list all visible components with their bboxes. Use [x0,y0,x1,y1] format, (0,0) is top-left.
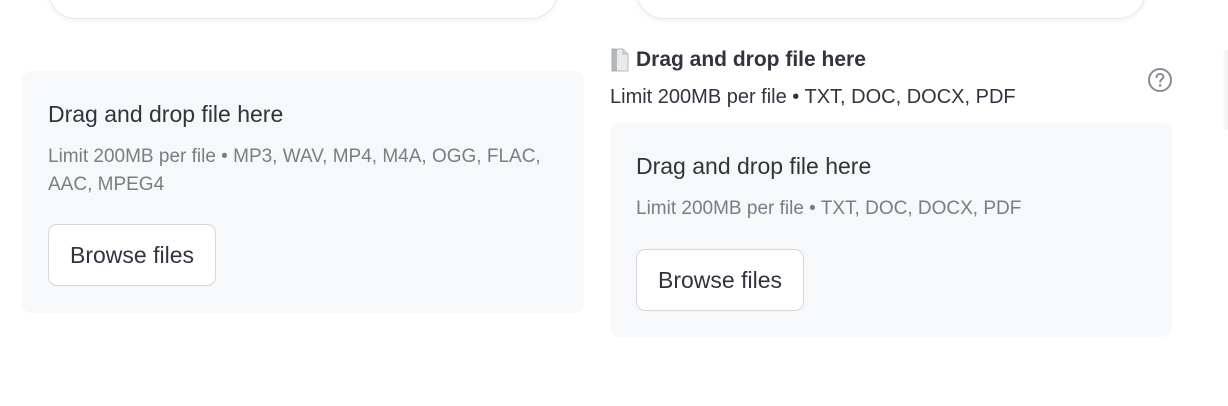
dropzone-limit-text: Limit 200MB per file • TXT, DOC, DOCX, P… [636,198,1022,219]
dropzone-limit-text: Limit 200MB per file • MP3, WAV, MP4, M4… [48,146,541,195]
document-file-dropzone[interactable]: Drag and drop file here Limit 200MB per … [610,123,1172,337]
document-uploader-label: Drag and drop file here [610,48,866,72]
edge-shadow [1222,50,1228,130]
browse-files-button[interactable]: Browse files [636,249,804,311]
audio-file-dropzone[interactable]: Drag and drop file here Limit 200MB per … [22,71,584,313]
dropzone-title: Drag and drop file here [636,153,872,179]
document-icon [611,48,629,72]
top-card-right [636,0,1146,19]
question-circle-icon[interactable] [1147,67,1173,93]
page: Drag and drop file here Limit 200MB per … [0,0,1228,406]
uploader-sublabel: Limit 200MB per file • TXT, DOC, DOCX, P… [610,86,1016,108]
top-card-left [48,0,558,19]
dropzone-title: Drag and drop file here [48,101,284,127]
browse-files-button[interactable]: Browse files [48,224,216,286]
uploader-label-text: Drag and drop file here [636,48,866,71]
